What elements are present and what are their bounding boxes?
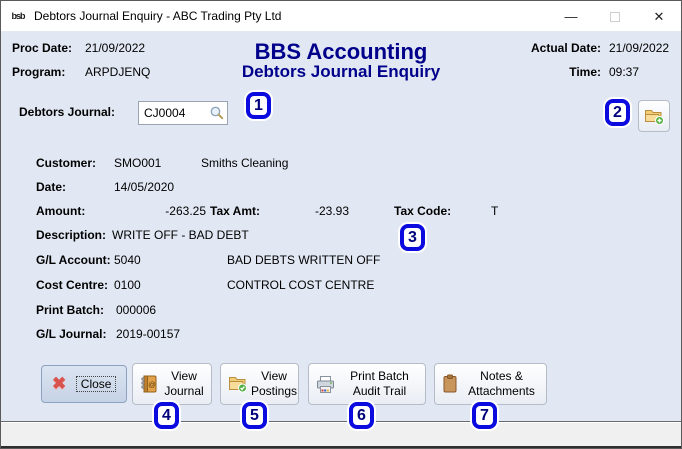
cost-centre-name: CONTROL COST CENTRE xyxy=(227,278,375,292)
view-postings-button[interactable]: View Postings xyxy=(220,363,299,405)
time-label: Time: xyxy=(569,65,601,79)
tax-code-value: T xyxy=(491,204,499,218)
debtors-journal-lookup xyxy=(138,101,228,125)
gl-account-name: BAD DEBTS WRITTEN OFF xyxy=(227,253,381,267)
status-bar xyxy=(1,422,681,448)
print-batch-audit-trail-label: Print Batch Audit Trail xyxy=(350,369,409,398)
print-batch-label: Print Batch: xyxy=(36,303,105,317)
debtors-journal-label: Debtors Journal: xyxy=(19,105,116,119)
clipboard-notes-icon xyxy=(443,374,457,393)
window-bottom-edge xyxy=(1,446,681,448)
folder-plus-icon xyxy=(645,110,664,125)
description-value: WRITE OFF - BAD DEBT xyxy=(112,228,249,242)
svg-text:@: @ xyxy=(148,380,156,389)
window-title: Debtors Journal Enquiry - ABC Trading Pt… xyxy=(34,9,282,23)
customer-code: SMO001 xyxy=(114,156,162,170)
attachments-quick-button[interactable] xyxy=(638,100,670,132)
app-logo-icon: bsb xyxy=(11,10,25,21)
close-button[interactable]: ✖ Close xyxy=(41,365,127,403)
tax-amt-label: Tax Amt: xyxy=(210,204,261,218)
callout-4: 4 xyxy=(154,402,179,429)
description-label: Description: xyxy=(36,228,107,242)
view-journal-button[interactable]: @ View Journal xyxy=(132,363,212,405)
cost-centre-code: 0100 xyxy=(114,278,141,292)
maximize-button[interactable] xyxy=(593,1,637,32)
callout-6: 6 xyxy=(349,402,374,429)
time-value: 09:37 xyxy=(609,65,640,79)
printer-icon xyxy=(317,375,334,393)
actual-date-value: 21/09/2022 xyxy=(609,41,670,55)
gl-journal-value: 2019-00157 xyxy=(116,327,181,341)
tax-amt-value: -23.93 xyxy=(314,204,349,218)
titlebar: bsb Debtors Journal Enquiry - ABC Tradin… xyxy=(1,1,681,32)
close-window-button[interactable]: ✕ xyxy=(637,1,681,32)
view-postings-label: View Postings xyxy=(251,369,298,398)
journal-book-icon: @ xyxy=(141,375,157,393)
maximize-icon xyxy=(610,11,620,22)
amount-label: Amount: xyxy=(36,204,86,218)
notes-attachments-label: Notes & Attachments xyxy=(468,369,535,398)
actual-date-label: Actual Date: xyxy=(530,41,601,55)
view-journal-label: View Journal xyxy=(164,369,204,398)
close-x-icon: ✖ xyxy=(52,374,67,393)
amount-value: -263.25 xyxy=(165,204,206,218)
folder-check-icon xyxy=(229,377,247,393)
debtors-journal-enquiry-window: bsb Debtors Journal Enquiry - ABC Tradin… xyxy=(0,0,682,449)
gl-journal-label: G/L Journal: xyxy=(36,327,107,341)
print-batch-value: 000006 xyxy=(116,303,157,317)
date-label: Date: xyxy=(36,180,67,194)
callout-2: 2 xyxy=(605,99,630,126)
print-batch-audit-trail-button[interactable]: Print Batch Audit Trail xyxy=(308,363,426,405)
notes-attachments-button[interactable]: Notes & Attachments xyxy=(434,363,547,405)
caption-buttons: — ✕ xyxy=(549,1,681,32)
gl-account-code: 5040 xyxy=(114,253,141,267)
date-value: 14/05/2020 xyxy=(114,180,175,194)
callout-1: 1 xyxy=(246,92,271,119)
customer-name: Smiths Cleaning xyxy=(201,156,289,170)
gl-account-label: G/L Account: xyxy=(36,253,111,267)
callout-3: 3 xyxy=(400,224,425,251)
search-icon[interactable] xyxy=(209,105,225,121)
cost-centre-label: Cost Centre: xyxy=(36,278,109,292)
close-button-label: Close xyxy=(75,375,117,392)
callout-7: 7 xyxy=(472,402,497,429)
minimize-button[interactable]: — xyxy=(549,1,593,32)
customer-label: Customer: xyxy=(36,156,97,170)
callout-5: 5 xyxy=(242,402,267,429)
tax-code-label: Tax Code: xyxy=(394,204,452,218)
